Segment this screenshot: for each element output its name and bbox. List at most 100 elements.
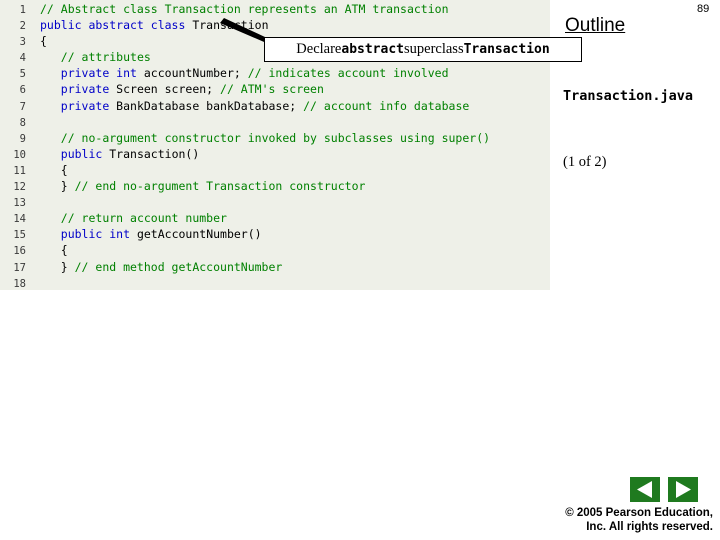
code-line-text: { xyxy=(26,242,68,258)
code-token: { xyxy=(40,243,68,258)
code-line-text: { xyxy=(26,162,68,178)
code-line: 1 // Abstract class Transaction represent… xyxy=(0,1,550,17)
code-line: 12 } // end no-argument Transaction cons… xyxy=(0,178,550,194)
code-line-number: 1 xyxy=(19,4,26,16)
code-line-text: // no-argument constructor invoked by su… xyxy=(26,130,490,146)
code-token: private xyxy=(60,98,110,113)
code-line: 7 private BankDatabase bankDatabase; // … xyxy=(0,98,550,114)
code-line-text: // Abstract class Transaction represents… xyxy=(26,1,449,17)
code-line-text: // attributes xyxy=(26,49,151,65)
code-line-text: // return account number xyxy=(26,210,227,226)
code-line-number: 13 xyxy=(13,197,26,210)
code-token: // ATM's screen xyxy=(220,82,324,97)
code-token: // return account number xyxy=(60,211,227,226)
source-file-name: Transaction.java xyxy=(563,88,694,104)
code-line: 18 xyxy=(0,275,550,291)
code-token: getAccountNumber() xyxy=(130,227,262,242)
code-line: 17 } // end method getAccountNumber xyxy=(0,259,550,275)
code-line-text: public int getAccountNumber() xyxy=(26,226,262,242)
code-line: 5 private int accountNumber; // indicate… xyxy=(0,65,550,81)
code-token: // attributes xyxy=(60,50,151,65)
code-token: // Abstract class Transaction represents… xyxy=(40,2,449,16)
outline-heading: Outline xyxy=(565,15,626,36)
code-line-number: 5 xyxy=(19,68,26,81)
code-line-number: 9 xyxy=(19,132,26,145)
triangle-left-icon xyxy=(630,477,660,502)
code-line-number: 12 xyxy=(13,181,26,194)
code-line-number: 16 xyxy=(13,245,26,258)
code-token: BankDatabase bankDatabase; xyxy=(109,98,304,113)
code-line-number: 15 xyxy=(13,229,26,242)
slide-number: 89 xyxy=(697,3,710,15)
callout-middle: superclass xyxy=(404,41,464,57)
callout-keyword-abstract: abstract xyxy=(341,42,404,57)
code-token: private int xyxy=(60,66,137,81)
previous-slide-button[interactable] xyxy=(630,477,660,502)
code-token: // no-argument constructor invoked by su… xyxy=(60,130,491,145)
code-line-number: 17 xyxy=(13,261,26,274)
code-token: public int xyxy=(60,227,131,242)
code-line-text: { xyxy=(26,33,47,49)
code-line-number: 10 xyxy=(13,148,26,161)
code-line-number: 2 xyxy=(19,20,26,33)
code-line: 13 xyxy=(0,194,550,210)
code-line-number: 3 xyxy=(19,36,26,49)
code-line: 2 public abstract class Transaction xyxy=(0,17,550,33)
code-token: Transaction() xyxy=(102,146,200,161)
copyright-line-2: Inc. All rights reserved. xyxy=(586,521,713,533)
code-token: } xyxy=(40,179,75,194)
code-token: public abstract class xyxy=(40,18,186,33)
code-token: // indicates account involved xyxy=(247,66,449,81)
code-token: { xyxy=(40,34,47,49)
code-line: 6 private Screen screen; // ATM's screen xyxy=(0,81,550,97)
code-line: 11 { xyxy=(0,162,550,178)
next-slide-button[interactable] xyxy=(668,477,698,502)
code-line-number: 7 xyxy=(19,100,26,113)
code-line-number: 18 xyxy=(13,277,26,290)
callout-class-transaction: Transaction xyxy=(463,42,550,57)
code-token: // account info database xyxy=(303,98,470,113)
code-line-number: 4 xyxy=(19,52,26,65)
code-token: public xyxy=(60,146,103,161)
code-line-number: 11 xyxy=(13,164,26,177)
code-token: Screen screen; xyxy=(109,82,221,97)
code-line-number: 6 xyxy=(19,84,26,97)
code-token: } xyxy=(40,259,75,274)
code-line-text: } // end no-argument Transaction constru… xyxy=(26,178,366,194)
slide-navigation xyxy=(630,477,702,503)
code-token: { xyxy=(40,162,68,177)
code-line-text: private Screen screen; // ATM's screen xyxy=(26,81,324,97)
copyright-footer: © 2005 Pearson Education, Inc. All right… xyxy=(470,506,713,534)
code-line-text: } // end method getAccountNumber xyxy=(26,259,283,275)
code-line: 15 public int getAccountNumber() xyxy=(0,226,550,242)
code-line: 9 // no-argument constructor invoked by … xyxy=(0,130,550,146)
code-line: 10 public Transaction() xyxy=(0,146,550,162)
code-line-text: private int accountNumber; // indicates … xyxy=(26,65,449,81)
code-token: private xyxy=(60,82,110,97)
triangle-right-icon xyxy=(668,477,698,502)
callout-box: Declare abstract superclass Transaction xyxy=(264,37,582,62)
code-line-number: 14 xyxy=(13,213,26,226)
page-of-label: (1 of 2) xyxy=(563,154,607,170)
code-line-text: public Transaction() xyxy=(26,146,199,162)
code-token: // end no-argument Transaction construct… xyxy=(74,179,366,194)
code-line: 16 { xyxy=(0,242,550,258)
code-token: accountNumber; xyxy=(136,66,248,81)
copyright-line-1: © 2005 Pearson Education, xyxy=(565,507,713,519)
code-token: // end method getAccountNumber xyxy=(74,259,283,274)
code-line: 8 xyxy=(0,114,550,130)
code-line: 14 // return account number xyxy=(0,210,550,226)
code-line-text: private BankDatabase bankDatabase; // ac… xyxy=(26,98,470,114)
code-line-number: 8 xyxy=(19,116,26,129)
code-token: Transaction xyxy=(185,18,269,33)
callout-prefix: Declare xyxy=(296,41,342,57)
code-line-text: public abstract class Transaction xyxy=(26,17,269,33)
